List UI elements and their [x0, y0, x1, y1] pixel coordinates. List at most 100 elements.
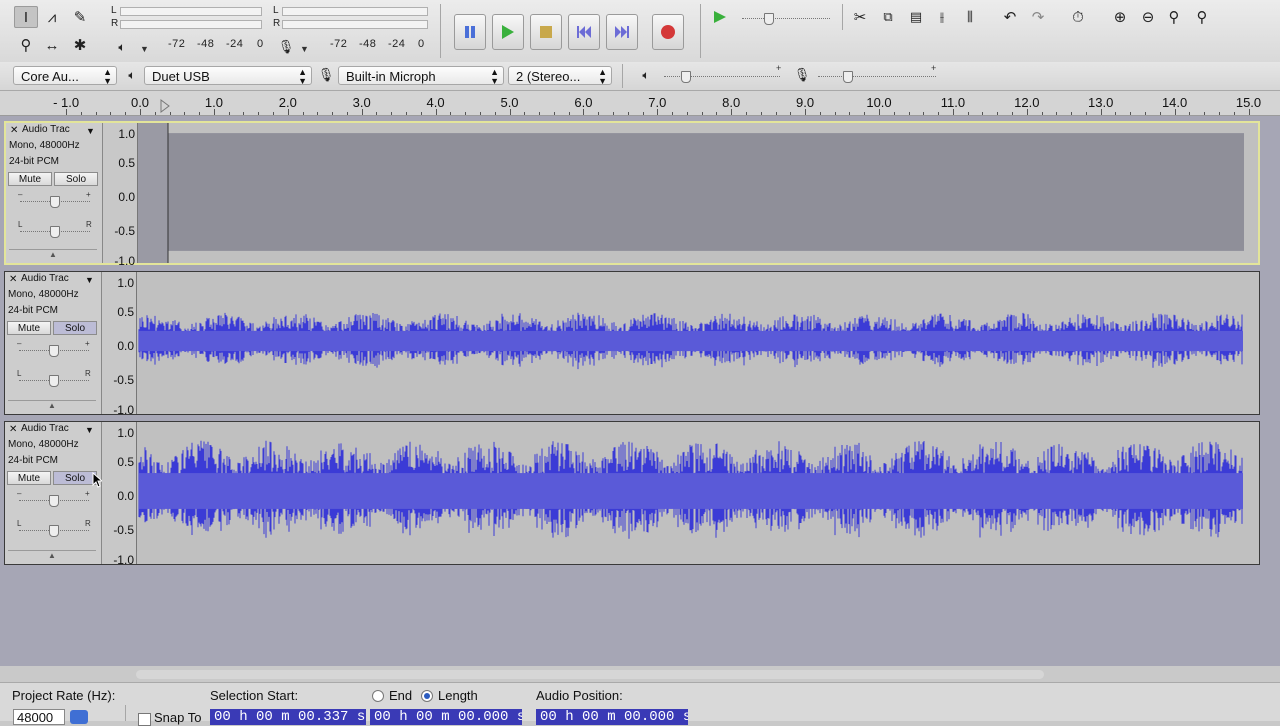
pan-slider-thumb[interactable] — [49, 375, 59, 387]
timeshift-tool-icon[interactable]: ↔ — [40, 34, 64, 56]
envelope-tool-icon[interactable]: ⩘ — [40, 6, 64, 28]
redo-icon[interactable]: ↷ — [1026, 6, 1050, 28]
timeline-ruler[interactable]: - 1.0 0.0 1.0 2.0 3.0 4.0 5.0 6.0 7.0 8.0 9.0 10.0 1… — [0, 91, 1280, 116]
project-rate-input[interactable]: 48000 — [13, 709, 65, 725]
track-control-panel[interactable]: ✕ Audio Trac ▼ Mono, 48000Hz 24-bit PCM … — [6, 123, 103, 263]
vertical-amplitude-ruler[interactable]: 1.0 0.5 0.0 -0.5 -1.0 — [102, 422, 137, 567]
play-speed-slider-thumb[interactable] — [764, 13, 774, 25]
cut-icon[interactable]: ✂ — [848, 6, 872, 28]
mute-button[interactable]: Mute — [7, 321, 51, 335]
track-menu-arrow-icon[interactable]: ▼ — [85, 425, 94, 435]
input-microphone-icon: 🎙︎ — [317, 67, 335, 82]
ruler-minor-tick — [1012, 112, 1014, 115]
zoom-in-icon[interactable]: ⊕ — [1108, 6, 1132, 28]
selection-start-time[interactable]: 00 h 00 m 00.337 s — [210, 709, 366, 725]
microphone-icon[interactable]: 🎙︎ — [276, 36, 296, 58]
waveform-area[interactable] — [137, 422, 1259, 564]
fit-selection-icon[interactable]: ⚲ — [1162, 6, 1186, 28]
track-name-button[interactable]: Audio Trac — [21, 423, 85, 435]
multi-tool-icon[interactable]: ✱ — [68, 34, 92, 56]
gain-slider-thumb[interactable] — [49, 495, 59, 507]
solo-button[interactable]: Solo — [54, 172, 98, 186]
collapse-track-icon[interactable]: ▲ — [9, 249, 97, 260]
pan-slider-thumb[interactable] — [50, 226, 60, 238]
collapse-track-icon[interactable]: ▲ — [8, 550, 96, 561]
copy-icon[interactable]: ⧉ — [876, 6, 900, 28]
play-at-speed-icon[interactable] — [708, 6, 732, 28]
collapse-track-icon[interactable]: ▲ — [8, 400, 96, 411]
play-speed-slider-track[interactable] — [742, 18, 830, 21]
project-rate-dropdown-icon[interactable] — [70, 710, 88, 724]
ruler-label: 15.0 — [1235, 95, 1262, 110]
end-radio[interactable] — [372, 690, 384, 702]
draw-tool-icon[interactable]: ✎ — [68, 6, 92, 28]
waveform — [138, 123, 1244, 263]
record-meter-left-label: L — [273, 5, 279, 16]
record-button[interactable] — [652, 14, 684, 50]
close-track-icon[interactable]: ✕ — [9, 274, 17, 285]
audio-position-time[interactable]: 00 h 00 m 00.000 s — [536, 709, 688, 725]
recording-volume-slider-track[interactable] — [818, 76, 936, 79]
playhead-marker-icon[interactable] — [160, 99, 170, 113]
track-name-button[interactable]: Audio Trac — [22, 124, 86, 136]
input-channels-value: 2 (Stereo... — [516, 69, 581, 84]
mute-button[interactable]: Mute — [7, 471, 51, 485]
paste-icon[interactable]: ▤ — [904, 6, 928, 28]
skip-to-start-button[interactable] — [568, 14, 600, 50]
selection-tool-icon[interactable]: I — [14, 6, 38, 28]
skip-to-end-button[interactable] — [606, 14, 638, 50]
track-menu-arrow-icon[interactable]: ▼ — [86, 126, 95, 136]
fit-project-icon[interactable]: ⚲ — [1190, 6, 1214, 28]
ruler-minor-tick — [80, 112, 82, 115]
audio-track[interactable]: ✕ Audio Trac ▼ Mono, 48000Hz 24-bit PCM … — [4, 271, 1260, 417]
input-channels-dropdown[interactable]: 2 (Stereo... ▲ ▼ — [508, 66, 612, 85]
track-name-button[interactable]: Audio Trac — [21, 273, 85, 285]
selection-length-time[interactable]: 00 h 00 m 00.000 s — [370, 709, 522, 725]
audio-track[interactable]: ✕ Audio Trac ▼ Mono, 48000Hz 24-bit PCM … — [4, 121, 1260, 268]
play-meter-right-bar[interactable] — [120, 20, 262, 29]
vertical-amplitude-ruler[interactable]: 1.0 0.5 0.0 -0.5 -1.0 — [103, 123, 138, 268]
sync-lock-icon[interactable]: ⏱︎ — [1066, 6, 1090, 28]
speaker-icon[interactable]: 🔈︎ — [112, 36, 132, 58]
gain-slider-thumb[interactable] — [50, 196, 60, 208]
record-meter-right-bar[interactable] — [282, 20, 428, 29]
track-control-panel[interactable]: ✕ Audio Trac ▼ Mono, 48000Hz 24-bit PCM … — [5, 422, 102, 564]
mute-button[interactable]: Mute — [8, 172, 52, 186]
audio-host-dropdown[interactable]: Core Au... ▲ ▼ — [13, 66, 117, 85]
play-meter-left-bar[interactable] — [120, 7, 262, 16]
play-meter-menu-icon[interactable]: ▼ — [140, 44, 149, 54]
track-control-panel[interactable]: ✕ Audio Trac ▼ Mono, 48000Hz 24-bit PCM … — [5, 272, 102, 414]
silence-icon[interactable]: ⫼ — [958, 6, 982, 28]
ruler-major-tick — [1248, 109, 1250, 115]
zoom-tool-icon[interactable]: ⚲ — [14, 34, 38, 56]
record-meter-left-bar[interactable] — [282, 7, 428, 16]
waveform-area[interactable] — [138, 123, 1258, 263]
stop-button[interactable] — [530, 14, 562, 50]
audio-position-label: Audio Position: — [536, 688, 623, 703]
trim-icon[interactable]: ⫲ — [930, 6, 954, 28]
tracks-area[interactable]: ✕ Audio Trac ▼ Mono, 48000Hz 24-bit PCM … — [0, 116, 1280, 666]
waveform-area[interactable] — [137, 272, 1259, 414]
track-menu-arrow-icon[interactable]: ▼ — [85, 275, 94, 285]
ruler-minor-tick — [184, 112, 186, 115]
pause-button[interactable] — [454, 14, 486, 50]
play-button[interactable] — [492, 14, 524, 50]
length-radio[interactable] — [421, 690, 433, 702]
output-device-dropdown[interactable]: Duet USB ▲ ▼ — [144, 66, 312, 85]
close-track-icon[interactable]: ✕ — [9, 424, 17, 435]
gain-slider-thumb[interactable] — [49, 345, 59, 357]
playback-volume-slider-thumb[interactable] — [681, 71, 691, 83]
horizontal-scrollbar[interactable] — [136, 670, 1044, 679]
record-meter-menu-icon[interactable]: ▼ — [300, 44, 309, 54]
zoom-out-icon[interactable]: ⊖ — [1136, 6, 1160, 28]
pan-slider-thumb[interactable] — [49, 525, 59, 537]
audio-track[interactable]: ✕ Audio Trac ▼ Mono, 48000Hz 24-bit PCM … — [4, 421, 1260, 567]
close-track-icon[interactable]: ✕ — [10, 125, 18, 136]
solo-button[interactable]: Solo — [53, 321, 97, 335]
undo-icon[interactable]: ↶ — [998, 6, 1022, 28]
input-device-dropdown[interactable]: Built-in Microph ▲ ▼ — [338, 66, 504, 85]
vertical-amplitude-ruler[interactable]: 1.0 0.5 0.0 -0.5 -1.0 — [102, 272, 137, 417]
record-meter-scale-4: 0 — [418, 38, 425, 50]
recording-volume-slider-thumb[interactable] — [843, 71, 853, 83]
solo-button[interactable]: Solo — [53, 471, 97, 485]
